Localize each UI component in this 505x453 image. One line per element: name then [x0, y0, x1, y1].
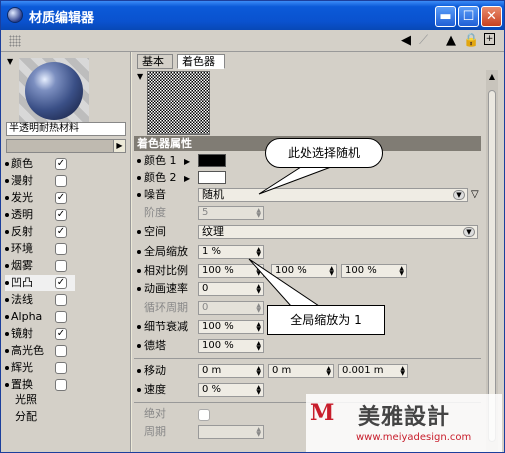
callout-random-pointer — [258, 166, 332, 195]
callout-random: 此处选择随机 — [265, 138, 383, 168]
watermark-logo: M — [310, 400, 335, 426]
callout-scale-pointer — [248, 258, 321, 307]
watermark: M 美雅設計 www.meiyadesign.com — [306, 394, 502, 452]
callout-pointers — [248, 166, 332, 307]
watermark-text: 美雅設計 — [358, 405, 451, 430]
material-editor-window: 材质编辑器 ▬ ☐ ✕ ◀ ⟋ ▲ 🔒 + ▼ 半透明耐热材料 ▶ 颜色 ✓ 漫射发… — [0, 0, 505, 453]
watermark-url: www.meiyadesign.com — [356, 432, 472, 443]
callout-scale: 全局缩放为 1 — [267, 305, 385, 335]
